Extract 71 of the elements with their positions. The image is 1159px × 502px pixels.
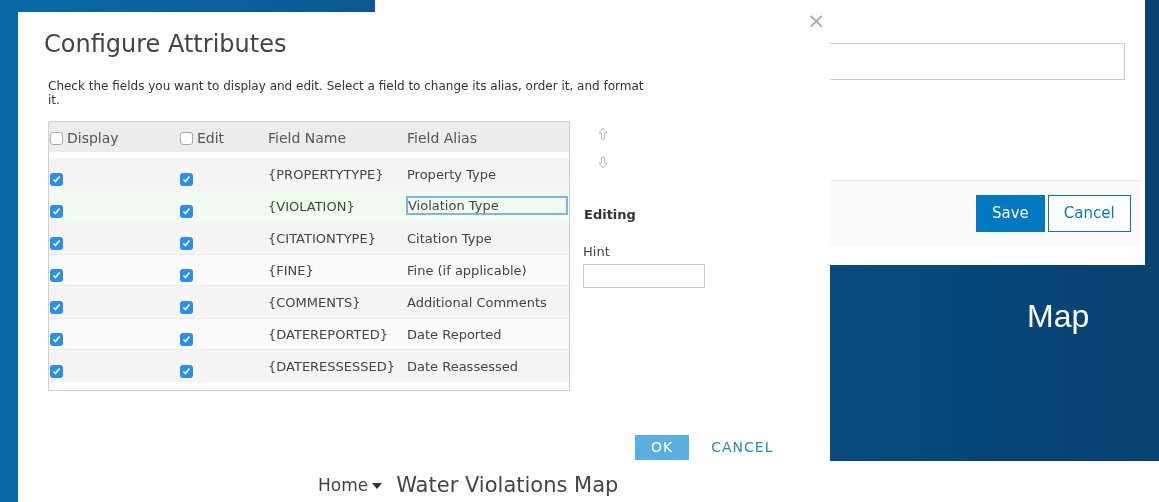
table-cell-text: Date Reassessed — [407, 358, 518, 376]
table-row[interactable] — [49, 222, 569, 254]
alias-field[interactable]: Violation Type — [406, 196, 568, 215]
checkmark-icon — [52, 175, 61, 184]
table-cell-text: {VIOLATION} — [268, 198, 355, 216]
checkmark-icon — [52, 335, 61, 344]
checkbox[interactable] — [50, 205, 63, 218]
table-cell-text: Property Type — [407, 166, 496, 184]
checkbox[interactable] — [180, 237, 193, 250]
table-cell-text: Date Reported — [407, 326, 502, 344]
checkbox[interactable] — [50, 269, 63, 282]
checkmark-icon — [182, 207, 191, 216]
hint-field[interactable] — [583, 264, 705, 288]
table-cell-text: Fine (if applicable) — [407, 262, 527, 280]
checkbox[interactable] — [180, 365, 193, 378]
table-row[interactable] — [49, 254, 569, 286]
instructions: Check the fields you want to display and edit. Select a field to change its alias, order it, and format it. — [48, 79, 645, 107]
caret-icon[interactable] — [372, 482, 383, 489]
checkmark-icon — [182, 271, 191, 280]
checkmark-icon — [182, 175, 191, 184]
close-button[interactable]: × — [807, 8, 826, 34]
checkbox[interactable] — [180, 333, 193, 346]
checkmark-icon — [52, 239, 61, 248]
table-row[interactable] — [49, 190, 569, 222]
move-down-icon[interactable] — [598, 156, 608, 169]
checkmark-icon — [52, 367, 61, 376]
checkmark-icon — [182, 303, 191, 312]
checkmark-icon — [52, 303, 61, 312]
table-cell-text: {DATEREPORTED} — [268, 326, 388, 344]
table-row[interactable] — [49, 286, 569, 318]
map-label: Map — [1027, 297, 1090, 336]
dialog-title: Configure Attributes — [44, 29, 287, 60]
checkbox[interactable] — [180, 269, 193, 282]
table-cell-text: {COMMENTS} — [268, 294, 361, 312]
column-header: Edit — [197, 129, 225, 148]
table-cell-text: Citation Type — [407, 230, 492, 248]
table-row[interactable] — [49, 350, 569, 382]
checkbox[interactable] — [50, 301, 63, 314]
checkbox[interactable] — [50, 237, 63, 250]
cancel-button[interactable]: CANCEL — [711, 435, 774, 460]
home-menu[interactable]: Home — [318, 473, 369, 499]
checkbox[interactable] — [50, 132, 63, 145]
table-cell-text: Additional Comments — [407, 294, 547, 312]
save-button[interactable]: Save — [976, 195, 1045, 232]
move-up-icon[interactable] — [598, 127, 608, 140]
checkmark-icon — [52, 207, 61, 216]
column-header: Field Name — [268, 129, 347, 148]
checkmark-icon — [52, 271, 61, 280]
checkmark-icon — [182, 335, 191, 344]
checkbox[interactable] — [50, 365, 63, 378]
checkmark-icon — [182, 367, 191, 376]
cancel-button[interactable]: Cancel — [1047, 195, 1131, 232]
section-heading: Editing — [584, 206, 636, 224]
table-cell-text: {FINE} — [268, 262, 314, 280]
checkmark-icon — [182, 239, 191, 248]
column-header: Display — [67, 129, 119, 148]
checkbox[interactable] — [180, 205, 193, 218]
checkbox[interactable] — [180, 173, 193, 186]
table-row[interactable] — [49, 318, 569, 350]
checkbox[interactable] — [50, 333, 63, 346]
table-cell-text: {PROPERTYTYPE} — [268, 166, 384, 184]
column-header: Field Alias — [407, 129, 477, 148]
table-row[interactable] — [49, 158, 569, 190]
map-title: Water Violations Map — [396, 472, 619, 499]
checkbox[interactable] — [180, 301, 193, 314]
checkbox[interactable] — [50, 173, 63, 186]
table-cell-text: {DATERESSESSED} — [268, 358, 396, 376]
table-cell-text: {CITATIONTYPE} — [268, 230, 376, 248]
ok-button[interactable]: OK — [635, 435, 690, 460]
checkbox[interactable] — [180, 132, 193, 145]
field-label: Hint — [583, 243, 610, 261]
